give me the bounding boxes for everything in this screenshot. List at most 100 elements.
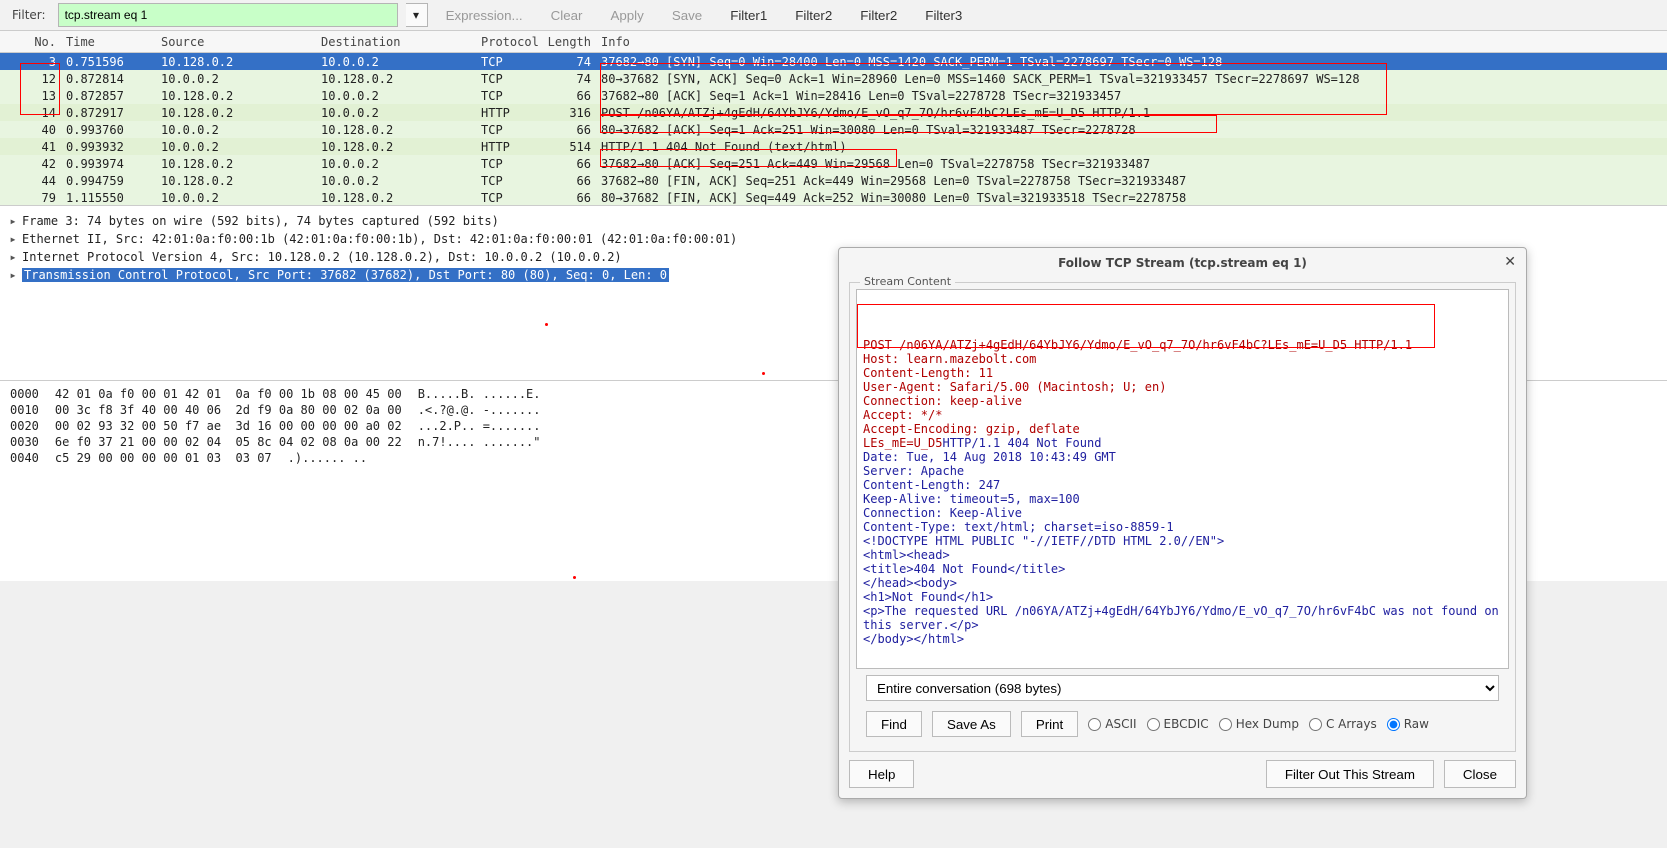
packet-cell: 10.0.0.2 [155, 123, 315, 137]
stream-joined-line: LEs_mE=U_D5HTTP/1.1 404 Not Found [863, 436, 1502, 450]
stream-response-line: <title>404 Not Found</title> [863, 562, 1502, 576]
stream-request-line: Content-Length: 11 [863, 366, 1502, 380]
stream-content[interactable]: POST /n06YA/ATZj+4gEdH/64YbJY6/Ydmo/E_vO… [856, 289, 1509, 669]
packet-cell: 13 [0, 89, 60, 103]
stream-response-line: Server: Apache [863, 464, 1502, 478]
packet-cell: 10.128.0.2 [155, 174, 315, 188]
expression-button[interactable]: Expression... [436, 6, 533, 25]
packet-cell: HTTP [475, 106, 540, 120]
stream-request-line: User-Agent: Safari/5.00 (Macintosh; U; e… [863, 380, 1502, 394]
expander-icon[interactable]: ▸ [8, 250, 18, 264]
col-no[interactable]: No. [0, 35, 60, 49]
packet-cell: 37682→80 [ACK] Seq=251 Ack=449 Win=29568… [595, 157, 1667, 171]
help-button[interactable]: Help [849, 760, 914, 788]
packet-cell: 10.128.0.2 [155, 55, 315, 69]
stream-response-line: <!DOCTYPE HTML PUBLIC "-//IETF//DTD HTML… [863, 534, 1502, 548]
chevron-down-icon: ▾ [413, 8, 419, 22]
col-protocol[interactable]: Protocol [475, 35, 540, 49]
filter-history-dropdown[interactable]: ▾ [406, 3, 428, 27]
packet-row[interactable]: 130.87285710.128.0.210.0.0.2TCP6637682→8… [0, 87, 1667, 104]
close-icon[interactable]: ✕ [1504, 254, 1516, 270]
packet-cell: 80→37682 [FIN, ACK] Seq=449 Ack=252 Win=… [595, 191, 1667, 205]
packet-row[interactable]: 420.99397410.128.0.210.0.0.2TCP6637682→8… [0, 155, 1667, 172]
packet-list-header: No. Time Source Destination Protocol Len… [0, 31, 1667, 53]
filterout-button[interactable]: Filter Out This Stream [1266, 760, 1434, 788]
packet-cell: 0.993932 [60, 140, 155, 154]
stream-request-line: POST /n06YA/ATZj+4gEdH/64YbJY6/Ydmo/E_vO… [863, 338, 1502, 352]
col-length[interactable]: Length [540, 35, 595, 49]
packet-cell: 10.0.0.2 [315, 174, 475, 188]
packet-cell: 66 [540, 89, 595, 103]
save-button[interactable]: Save [662, 6, 712, 25]
filter1-button[interactable]: Filter1 [720, 6, 777, 25]
packet-row[interactable]: 791.11555010.0.0.210.128.0.2TCP6680→3768… [0, 189, 1667, 206]
print-button[interactable]: Print [1021, 711, 1078, 737]
packet-cell: TCP [475, 72, 540, 86]
packet-cell: TCP [475, 123, 540, 137]
filter-input[interactable] [58, 3, 398, 27]
col-dst[interactable]: Destination [315, 35, 475, 49]
packet-row[interactable]: 400.99376010.0.0.210.128.0.2TCP6680→3768… [0, 121, 1667, 138]
detail-frame[interactable]: ▸Frame 3: 74 bytes on wire (592 bits), 7… [8, 212, 1659, 230]
packet-row[interactable]: 440.99475910.128.0.210.0.0.2TCP6637682→8… [0, 172, 1667, 189]
packet-cell: 0.993974 [60, 157, 155, 171]
stream-response-line: <html><head> [863, 548, 1502, 562]
filter2b-button[interactable]: Filter2 [850, 6, 907, 25]
detail-eth[interactable]: ▸Ethernet II, Src: 42:01:0a:f0:00:1b (42… [8, 230, 1659, 248]
packet-row[interactable]: 30.75159610.128.0.210.0.0.2TCP7437682→80… [0, 53, 1667, 70]
packet-cell: 37682→80 [ACK] Seq=1 Ack=1 Win=28416 Len… [595, 89, 1667, 103]
dialog-titlebar[interactable]: Follow TCP Stream (tcp.stream eq 1) ✕ [839, 248, 1526, 278]
filter-toolbar: Filter: ▾ Expression... Clear Apply Save… [0, 0, 1667, 31]
packet-cell: 74 [540, 72, 595, 86]
packet-cell: TCP [475, 157, 540, 171]
radio-carrays[interactable]: C Arrays [1309, 717, 1377, 731]
col-info[interactable]: Info [595, 35, 1667, 49]
packet-row[interactable]: 120.87281410.0.0.210.128.0.2TCP7480→3768… [0, 70, 1667, 87]
packet-cell: HTTP/1.1 404 Not Found (text/html) [595, 140, 1667, 154]
stream-request-line: Host: learn.mazebolt.com [863, 352, 1502, 366]
saveas-button[interactable]: Save As [932, 711, 1011, 737]
packet-cell: 80→37682 [ACK] Seq=1 Ack=251 Win=30080 L… [595, 123, 1667, 137]
expander-icon[interactable]: ▸ [8, 214, 18, 228]
packet-cell: 10.128.0.2 [315, 191, 475, 205]
col-src[interactable]: Source [155, 35, 315, 49]
stream-response-line: Connection: Keep-Alive [863, 506, 1502, 520]
radio-ebcdic[interactable]: EBCDIC [1147, 717, 1209, 731]
packet-cell: 1.115550 [60, 191, 155, 205]
stream-request-line: Accept: */* [863, 408, 1502, 422]
filter-label: Filter: [8, 8, 50, 22]
packet-cell: 10.128.0.2 [155, 106, 315, 120]
packet-cell: 40 [0, 123, 60, 137]
packet-cell: 37682→80 [SYN] Seq=0 Win=28400 Len=0 MSS… [595, 55, 1667, 69]
packet-cell: 66 [540, 174, 595, 188]
packet-cell: 10.0.0.2 [315, 106, 475, 120]
conversation-select[interactable]: Entire conversation (698 bytes) [866, 675, 1499, 701]
packet-cell: 10.128.0.2 [315, 123, 475, 137]
packet-row[interactable]: 140.87291710.128.0.210.0.0.2HTTP316POST … [0, 104, 1667, 121]
stream-response-line: Date: Tue, 14 Aug 2018 10:43:49 GMT [863, 450, 1502, 464]
packet-cell: 0.872814 [60, 72, 155, 86]
packet-list-body[interactable]: 30.75159610.128.0.210.0.0.2TCP7437682→80… [0, 53, 1667, 206]
packet-cell: 10.128.0.2 [155, 157, 315, 171]
packet-cell: 0.751596 [60, 55, 155, 69]
expander-icon[interactable]: ▸ [8, 268, 18, 282]
stream-response-line: Keep-Alive: timeout=5, max=100 [863, 492, 1502, 506]
radio-hexdump[interactable]: Hex Dump [1219, 717, 1299, 731]
clear-button[interactable]: Clear [541, 6, 593, 25]
filter3-button[interactable]: Filter3 [915, 6, 972, 25]
packet-cell: 514 [540, 140, 595, 154]
dialog-title: Follow TCP Stream (tcp.stream eq 1) [1058, 256, 1307, 270]
packet-cell: 10.0.0.2 [315, 55, 475, 69]
filter2-button[interactable]: Filter2 [785, 6, 842, 25]
radio-raw[interactable]: Raw [1387, 717, 1429, 731]
apply-button[interactable]: Apply [600, 6, 653, 25]
packet-cell: 37682→80 [FIN, ACK] Seq=251 Ack=449 Win=… [595, 174, 1667, 188]
close-button[interactable]: Close [1444, 760, 1516, 788]
packet-cell: 14 [0, 106, 60, 120]
col-time[interactable]: Time [60, 35, 155, 49]
dialog-action-row: Find Save As Print ASCII EBCDIC Hex Dump… [866, 711, 1499, 737]
packet-row[interactable]: 410.99393210.0.0.210.128.0.2HTTP514HTTP/… [0, 138, 1667, 155]
find-button[interactable]: Find [866, 711, 922, 737]
radio-ascii[interactable]: ASCII [1088, 717, 1136, 731]
expander-icon[interactable]: ▸ [8, 232, 18, 246]
